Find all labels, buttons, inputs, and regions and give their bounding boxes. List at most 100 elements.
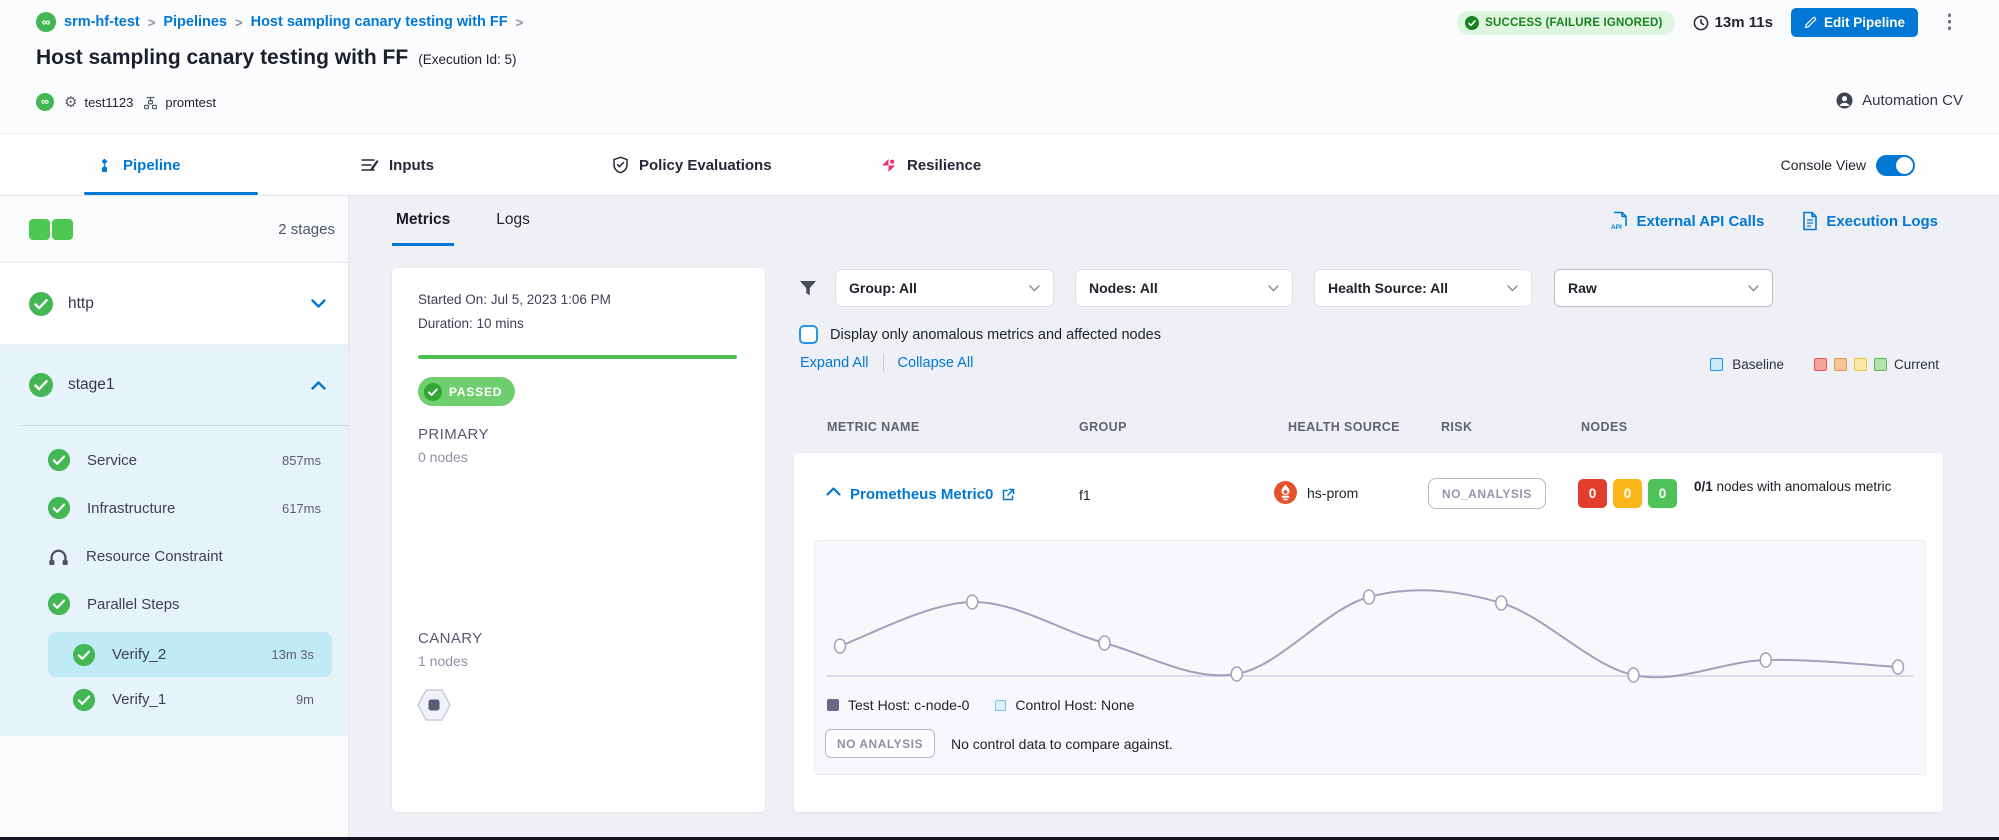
step-verify-2[interactable]: Verify_2 13m 3s bbox=[48, 632, 332, 677]
collapse-all-link[interactable]: Collapse All bbox=[898, 355, 974, 371]
stage-count: 2 stages bbox=[278, 221, 335, 238]
control-host-swatch bbox=[995, 700, 1006, 711]
user-avatar-icon bbox=[1836, 92, 1853, 109]
stage-http-label: http bbox=[68, 295, 94, 313]
breadcrumb-separator: > bbox=[148, 15, 156, 30]
header-actions: SUCCESS (FAILURE IGNORED) 13m 11s Edit P… bbox=[1457, 8, 1963, 37]
step-verify-1[interactable]: Verify_1 9m bbox=[48, 677, 332, 722]
tab-pipeline[interactable]: Pipeline bbox=[96, 134, 181, 196]
chevron-down-icon bbox=[1029, 285, 1040, 292]
chevron-down-icon bbox=[1748, 285, 1759, 292]
step-parallel-steps[interactable]: Parallel Steps bbox=[0, 580, 348, 628]
execution-logs-label: Execution Logs bbox=[1826, 213, 1938, 230]
step-infrastructure[interactable]: Infrastructure 617ms bbox=[0, 484, 348, 532]
col-header-risk: RISK bbox=[1441, 420, 1472, 434]
pipeline-icon bbox=[96, 157, 113, 174]
page-title: Host sampling canary testing with FF bbox=[36, 46, 408, 70]
step-verify-1-time: 9m bbox=[296, 692, 314, 707]
tab-logs[interactable]: Logs bbox=[492, 205, 534, 246]
health-source-logo-icon: ∞ bbox=[36, 93, 54, 111]
step-parallel-steps-label: Parallel Steps bbox=[87, 596, 180, 613]
nodes-filter-dropdown[interactable]: Nodes: All bbox=[1075, 269, 1293, 307]
tab-policy-evaluations[interactable]: Policy Evaluations bbox=[612, 134, 772, 196]
step-resource-constraint[interactable]: Resource Constraint bbox=[0, 532, 348, 580]
resource-constraint-icon bbox=[47, 546, 70, 567]
primary-group: PRIMARY 0 nodes bbox=[418, 426, 489, 465]
gear-icon: ⚙ bbox=[64, 93, 77, 111]
verification-progress-bar bbox=[418, 355, 737, 359]
execution-sidebar: 2 stages http stage1 Service 857ms bbox=[0, 196, 349, 840]
canary-node-hexagon[interactable] bbox=[415, 686, 453, 724]
shield-check-icon bbox=[612, 156, 629, 174]
passed-badge: PASSED bbox=[418, 377, 515, 406]
harness-logo-icon: ∞ bbox=[36, 12, 56, 32]
data-type-value: Raw bbox=[1568, 280, 1597, 296]
current-yellow-swatch bbox=[1854, 358, 1867, 371]
expand-all-link[interactable]: Expand All bbox=[800, 355, 869, 371]
test-host-label: Test Host: c-node-0 bbox=[848, 697, 969, 713]
console-view-toggle[interactable] bbox=[1876, 155, 1915, 176]
console-view-control: Console View bbox=[1781, 134, 1915, 196]
canary-group: CANARY 1 nodes bbox=[418, 630, 483, 669]
tab-inputs[interactable]: Inputs bbox=[361, 134, 434, 196]
primary-node-count: 0 nodes bbox=[418, 449, 489, 465]
current-legend-label: Current bbox=[1894, 357, 1939, 372]
step-service[interactable]: Service 857ms bbox=[0, 436, 348, 484]
anomalous-filter-row: Display only anomalous metrics and affec… bbox=[799, 325, 1161, 344]
tab-policy-evaluations-label: Policy Evaluations bbox=[639, 157, 772, 174]
health-source-filter-value: Health Source: All bbox=[1328, 280, 1448, 296]
execution-id: (Execution Id: 5) bbox=[418, 52, 516, 67]
elapsed-time: 13m 11s bbox=[1693, 14, 1773, 31]
tab-resilience[interactable]: Resilience bbox=[880, 134, 981, 196]
clock-icon bbox=[1693, 15, 1709, 31]
amber-node-count: 0 bbox=[1613, 479, 1642, 508]
tag-environment-label: promtest bbox=[165, 95, 216, 110]
external-api-calls-link[interactable]: API External API Calls bbox=[1610, 211, 1764, 231]
pencil-icon bbox=[1804, 16, 1817, 29]
data-type-dropdown[interactable]: Raw bbox=[1554, 269, 1773, 307]
chevron-down-icon[interactable] bbox=[311, 299, 326, 308]
kebab-menu-icon[interactable]: ⋮ bbox=[1936, 8, 1963, 37]
tag-service: ⚙ test1123 bbox=[64, 93, 133, 111]
health-source-name: hs-prom bbox=[1307, 485, 1358, 501]
success-check-icon bbox=[47, 592, 71, 616]
test-host-legend-item: Test Host: c-node-0 bbox=[827, 697, 969, 713]
current-red-swatch bbox=[1814, 358, 1827, 371]
edit-pipeline-label: Edit Pipeline bbox=[1824, 15, 1905, 30]
col-header-nodes: NODES bbox=[1581, 420, 1627, 434]
analysis-result-row: NO ANALYSIS No control data to compare a… bbox=[825, 729, 1173, 758]
started-on: Started On: Jul 5, 2023 1:06 PM bbox=[418, 292, 611, 307]
tab-metrics[interactable]: Metrics bbox=[392, 205, 454, 246]
success-check-icon bbox=[72, 643, 96, 667]
breadcrumb-pipelines-link[interactable]: Pipelines bbox=[163, 14, 227, 30]
anomalous-nodes-summary: 0/1 nodes with anomalous metric bbox=[1694, 477, 1894, 497]
metric-name-link[interactable]: Prometheus Metric0 bbox=[850, 486, 1015, 503]
execution-logs-link[interactable]: Execution Logs bbox=[1802, 211, 1938, 231]
col-header-group: GROUP bbox=[1079, 420, 1127, 434]
group-filter-dropdown[interactable]: Group: All bbox=[835, 269, 1054, 307]
col-header-metric-name: METRIC NAME bbox=[827, 420, 920, 434]
health-source-filter-dropdown[interactable]: Health Source: All bbox=[1314, 269, 1532, 307]
anomalous-checkbox[interactable] bbox=[799, 325, 818, 344]
tag-environment: promtest bbox=[143, 95, 216, 110]
parallel-substeps: Verify_2 13m 3s Verify_1 9m bbox=[0, 628, 348, 736]
expand-collapse-controls: Expand All Collapse All bbox=[800, 354, 973, 372]
chevron-up-icon[interactable] bbox=[311, 381, 326, 390]
status-badge-label: SUCCESS (FAILURE IGNORED) bbox=[1485, 17, 1663, 29]
external-api-calls-label: External API Calls bbox=[1636, 213, 1764, 230]
no-analysis-badge: NO ANALYSIS bbox=[825, 729, 935, 758]
current-green-swatch bbox=[1874, 358, 1887, 371]
collapse-row-chevron-up-icon[interactable] bbox=[826, 487, 841, 496]
breadcrumb-pipeline-name-link[interactable]: Host sampling canary testing with FF bbox=[251, 14, 508, 30]
step-service-time: 857ms bbox=[282, 453, 321, 468]
tab-resilience-label: Resilience bbox=[907, 157, 981, 174]
step-verify-1-label: Verify_1 bbox=[112, 691, 166, 708]
breadcrumb-project-link[interactable]: srm-hf-test bbox=[64, 14, 140, 30]
sidebar-stage-http[interactable]: http bbox=[0, 263, 348, 345]
risk-badge: NO_ANALYSIS bbox=[1428, 478, 1546, 509]
sidebar-stage-stage1[interactable]: stage1 bbox=[0, 345, 348, 425]
filter-funnel-icon bbox=[799, 280, 817, 297]
console-tabs: Metrics Logs bbox=[392, 205, 534, 246]
edit-pipeline-button[interactable]: Edit Pipeline bbox=[1791, 8, 1918, 37]
test-host-swatch bbox=[827, 699, 839, 711]
